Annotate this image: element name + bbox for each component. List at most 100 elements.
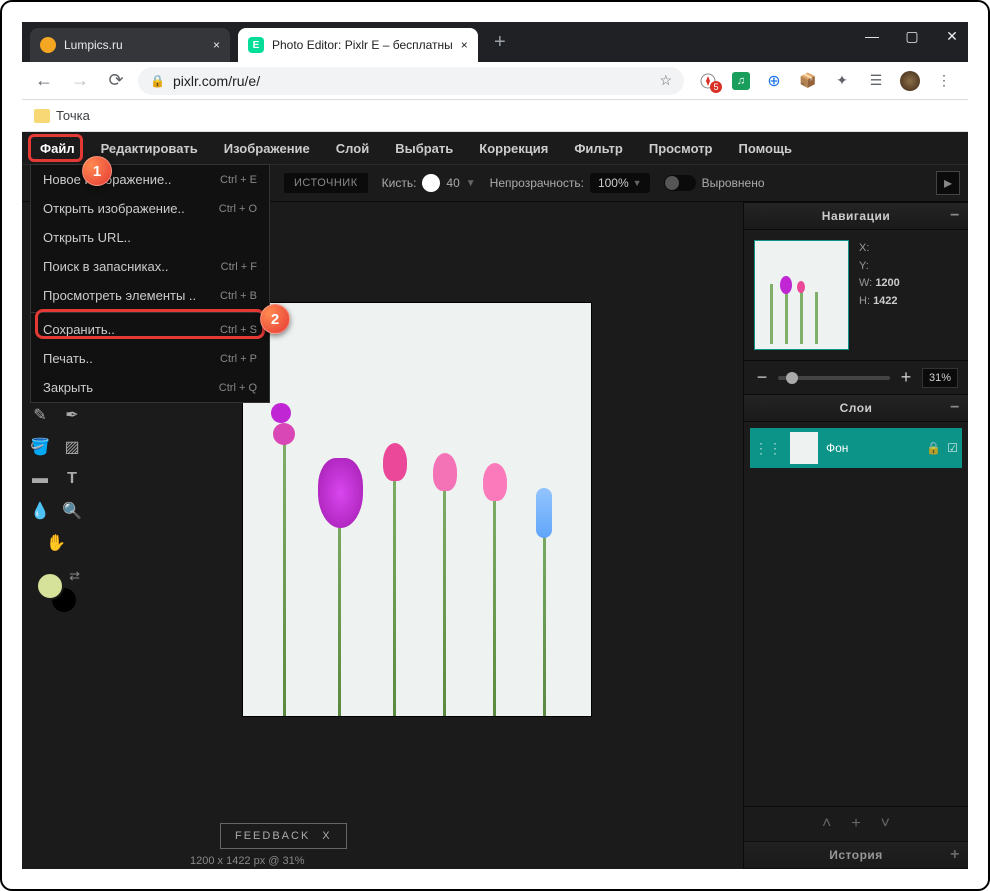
bookmark-item[interactable]: Точка (56, 108, 90, 123)
pencil-tool-icon[interactable]: ✎ (25, 400, 55, 430)
source-button[interactable]: ИСТОЧНИК (284, 173, 368, 193)
layer-thumbnail (790, 432, 818, 464)
favicon-icon (40, 37, 56, 53)
menu-edit[interactable]: Редактировать (89, 135, 210, 162)
expand-icon[interactable]: + (950, 846, 960, 864)
text-tool-icon[interactable]: T (57, 464, 87, 494)
opacity-label: Непрозрачность: (490, 176, 584, 190)
swap-colors-icon[interactable]: ⇄ (69, 568, 80, 584)
color-swatches[interactable]: ⇄ (34, 570, 78, 614)
close-window-icon[interactable]: ✕ (942, 28, 962, 45)
pen-tool-icon[interactable]: ✒ (57, 400, 87, 430)
canvas-image[interactable] (242, 302, 592, 717)
nav-panel-header: Навигации − (744, 202, 968, 230)
gradient-tool-icon[interactable]: ▨ (57, 432, 87, 462)
folder-icon (34, 109, 50, 123)
layer-name: Фон (826, 441, 918, 455)
chrome-menu-icon[interactable]: ⋮ (934, 71, 954, 91)
collapse-icon[interactable]: − (950, 207, 960, 225)
file-menu-dropdown: Новое изображение..Ctrl + E Открыть изоб… (30, 164, 270, 403)
menu-item-stock[interactable]: Поиск в запасниках..Ctrl + F (31, 252, 269, 281)
menu-item-browse[interactable]: Просмотреть элементы ..Ctrl + B (31, 281, 269, 310)
shape-tool-icon[interactable]: ▬ (25, 464, 55, 494)
hand-tool-icon[interactable]: ✋ (41, 528, 71, 558)
extension-icon[interactable] (698, 71, 718, 91)
add-layer-icon[interactable]: + (851, 815, 860, 833)
fill-tool-icon[interactable]: 🪣 (25, 432, 55, 462)
browser-tab[interactable]: Lumpics.ru × (30, 28, 230, 62)
feedback-button[interactable]: FEEDBACKX (220, 823, 347, 849)
menu-image[interactable]: Изображение (212, 135, 322, 162)
collapse-icon[interactable]: − (950, 399, 960, 417)
aligned-toggle[interactable] (664, 175, 696, 191)
brush-size[interactable]: 40 (446, 176, 459, 190)
zoom-value[interactable]: 31% (922, 368, 958, 388)
expand-panel-icon[interactable]: ▸ (936, 171, 960, 195)
browser-tab-active[interactable]: E Photo Editor: Pixlr E – бесплатны × (238, 28, 478, 62)
brush-label: Кисть: (382, 176, 417, 190)
close-icon[interactable]: × (213, 38, 220, 52)
layer-up-icon[interactable]: ˄ (822, 815, 831, 833)
menu-select[interactable]: Выбрать (383, 135, 465, 162)
profile-avatar[interactable] (900, 71, 920, 91)
tab-title: Photo Editor: Pixlr E – бесплатны (272, 38, 453, 52)
right-panel: Навигации − X: Y: W: 1200 (743, 202, 968, 869)
extension-icon[interactable]: ♫ (732, 72, 750, 90)
eyedropper-tool-icon[interactable]: 💧 (25, 496, 55, 526)
drag-handle-icon[interactable]: ⋮⋮ (754, 440, 782, 457)
opacity-value[interactable]: 100%▼ (590, 173, 650, 193)
tab-title: Lumpics.ru (64, 38, 123, 52)
history-panel-header[interactable]: История + (744, 841, 968, 869)
menu-correction[interactable]: Коррекция (467, 135, 560, 162)
extension-icon[interactable]: 📦 (798, 71, 818, 91)
menu-item-new[interactable]: Новое изображение..Ctrl + E (31, 165, 269, 194)
menu-file[interactable]: Файл (28, 135, 87, 162)
aligned-label: Выровнено (702, 176, 765, 190)
menu-item-open-url[interactable]: Открыть URL.. (31, 223, 269, 252)
reload-button[interactable]: ⟳ (102, 67, 130, 95)
layer-down-icon[interactable]: ˅ (881, 815, 890, 833)
status-bar: 1200 x 1422 px @ 31% (190, 855, 305, 867)
layers-panel-header: Слои − (744, 394, 968, 422)
new-tab-button[interactable]: + (486, 28, 514, 56)
brush-preview[interactable] (422, 174, 440, 192)
minimize-icon[interactable]: — (862, 28, 882, 45)
close-icon[interactable]: × (461, 38, 468, 52)
menu-item-open[interactable]: Открыть изображение..Ctrl + O (31, 194, 269, 223)
url-input[interactable]: 🔒 pixlr.com/ru/e/ ☆ (138, 67, 684, 95)
browser-titlebar: Lumpics.ru × E Photo Editor: Pixlr E – б… (22, 22, 968, 62)
bookmarks-bar: Точка (22, 100, 968, 132)
menu-item-save[interactable]: Сохранить..Ctrl + S (31, 315, 269, 344)
zoom-slider[interactable] (778, 376, 890, 380)
menu-item-close[interactable]: ЗакрытьCtrl + Q (31, 373, 269, 402)
lock-icon[interactable]: 🔒 (926, 441, 941, 455)
visibility-icon[interactable]: ☑ (947, 441, 958, 455)
address-bar: ← → ⟳ 🔒 pixlr.com/ru/e/ ☆ ♫ ⊕ 📦 ✦ ☰ ⋮ (22, 62, 968, 100)
zoom-tool-icon[interactable]: 🔍 (57, 496, 87, 526)
zoom-in-button[interactable]: + (898, 367, 914, 388)
back-button[interactable]: ← (30, 67, 58, 95)
favicon-icon: E (248, 37, 264, 53)
menu-layer[interactable]: Слой (324, 135, 381, 162)
foreground-color[interactable] (36, 572, 64, 600)
menu-filter[interactable]: Фильтр (562, 135, 635, 162)
annotation-callout-1: 1 (82, 156, 112, 186)
forward-button[interactable]: → (66, 67, 94, 95)
lock-icon: 🔒 (150, 74, 165, 88)
menu-item-print[interactable]: Печать..Ctrl + P (31, 344, 269, 373)
zoom-out-button[interactable]: − (754, 367, 770, 388)
menu-view[interactable]: Просмотр (637, 135, 725, 162)
app-menubar: Файл Редактировать Изображение Слой Выбр… (22, 132, 968, 164)
reading-list-icon[interactable]: ☰ (866, 71, 886, 91)
navigator-info: X: Y: W: 1200 H: 1422 (859, 240, 900, 350)
annotation-callout-2: 2 (260, 304, 290, 334)
extension-icon[interactable]: ⊕ (764, 71, 784, 91)
menu-help[interactable]: Помощь (727, 135, 804, 162)
url-text: pixlr.com/ru/e/ (173, 73, 260, 89)
extensions-menu-icon[interactable]: ✦ (832, 71, 852, 91)
navigator-thumbnail[interactable] (754, 240, 849, 350)
chevron-down-icon[interactable]: ▼ (466, 178, 476, 189)
layer-row[interactable]: ⋮⋮ Фон 🔒 ☑ (750, 428, 962, 468)
maximize-icon[interactable]: ▢ (902, 28, 922, 45)
bookmark-star-icon[interactable]: ☆ (659, 72, 672, 89)
